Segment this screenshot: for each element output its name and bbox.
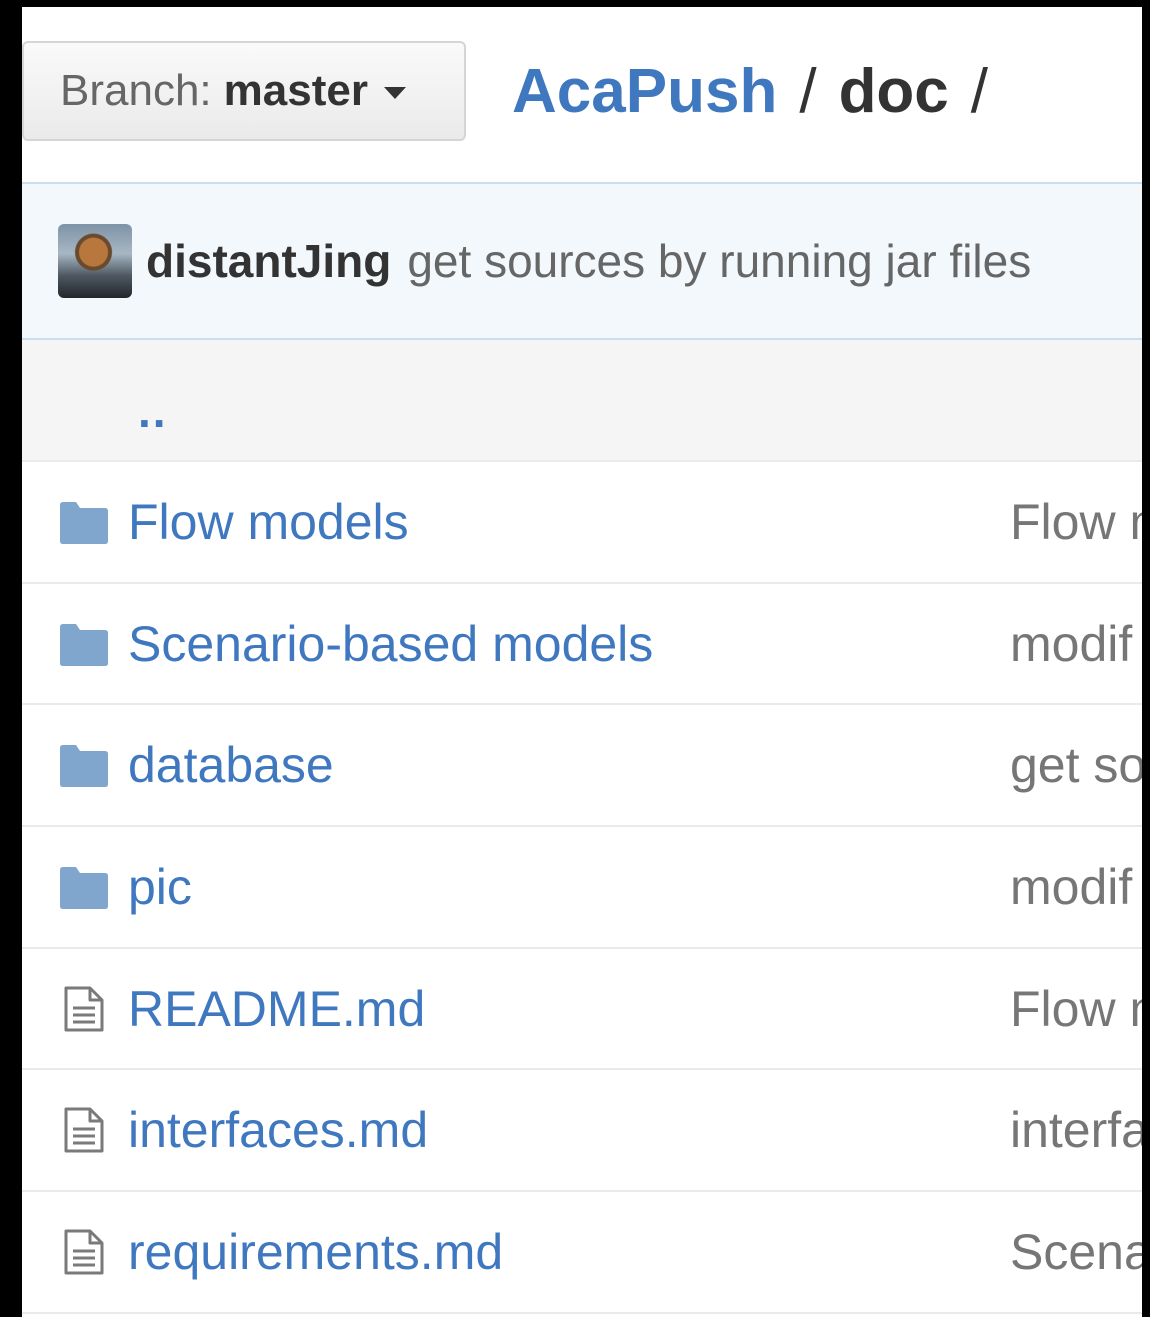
commit-message-link[interactable]: Scena <box>1010 1223 1142 1281</box>
file-name-link[interactable]: Flow models <box>128 493 409 551</box>
commit-message-link[interactable]: modif <box>1010 615 1132 673</box>
chevron-down-icon <box>383 87 406 99</box>
table-row[interactable]: README.md Flow m <box>22 949 1142 1071</box>
breadcrumb-separator: / <box>799 56 817 126</box>
parent-directory-row[interactable]: .. <box>22 340 1142 462</box>
avatar[interactable] <box>58 224 132 298</box>
table-row[interactable]: requirements.md Scena <box>22 1192 1142 1314</box>
commit-message-link[interactable]: Flow m <box>1010 493 1142 551</box>
folder-icon <box>58 499 110 545</box>
commit-message-link[interactable]: modif <box>1010 858 1132 916</box>
branch-select-button[interactable]: Branch: master <box>22 41 466 141</box>
file-text-icon <box>58 986 110 1032</box>
table-row[interactable]: database get so <box>22 705 1142 828</box>
table-row[interactable]: Scenario-based models modif <box>22 584 1142 706</box>
breadcrumb-repo-link[interactable]: AcaPush <box>512 56 777 127</box>
file-text-icon <box>58 1107 110 1153</box>
file-text-icon <box>58 1229 110 1275</box>
table-row[interactable]: pic modif <box>22 827 1142 949</box>
folder-icon <box>58 621 110 667</box>
file-name-link[interactable]: Scenario-based models <box>128 615 653 673</box>
repo-header: Branch: master AcaPush / doc / <box>22 7 1142 182</box>
commit-message-link[interactable]: interfa <box>1010 1101 1142 1159</box>
folder-icon <box>58 742 110 788</box>
commit-message-link[interactable]: get so <box>1010 736 1142 794</box>
branch-prefix-label: Branch: <box>60 66 212 115</box>
table-row[interactable]: interfaces.md interfa <box>22 1070 1142 1193</box>
file-name-link[interactable]: README.md <box>128 980 425 1038</box>
breadcrumb-current-dir: doc <box>838 56 949 126</box>
commit-message-link[interactable]: Flow m <box>1010 980 1142 1038</box>
file-name-link[interactable]: pic <box>128 858 192 916</box>
branch-name-label: master <box>223 66 368 115</box>
folder-icon <box>58 864 110 910</box>
breadcrumb: AcaPush / doc / <box>512 51 1010 131</box>
file-browser: Branch: master AcaPush / doc / distantJi… <box>22 7 1142 1317</box>
file-list: Flow models Flow m Scenario-based models mo… <box>22 462 1142 1314</box>
parent-directory-link[interactable]: .. <box>138 384 168 438</box>
file-name-link[interactable]: requirements.md <box>128 1223 503 1281</box>
latest-commit-bar: distantJing get sources by running jar f… <box>22 182 1142 340</box>
commit-author-link[interactable]: distantJing <box>146 234 391 288</box>
commit-message-link[interactable]: get sources by running jar files <box>407 234 1031 288</box>
file-name-link[interactable]: database <box>128 736 334 794</box>
breadcrumb-trailing-separator: / <box>970 56 989 126</box>
file-name-link[interactable]: interfaces.md <box>128 1101 428 1159</box>
table-row[interactable]: Flow models Flow m <box>22 462 1142 584</box>
